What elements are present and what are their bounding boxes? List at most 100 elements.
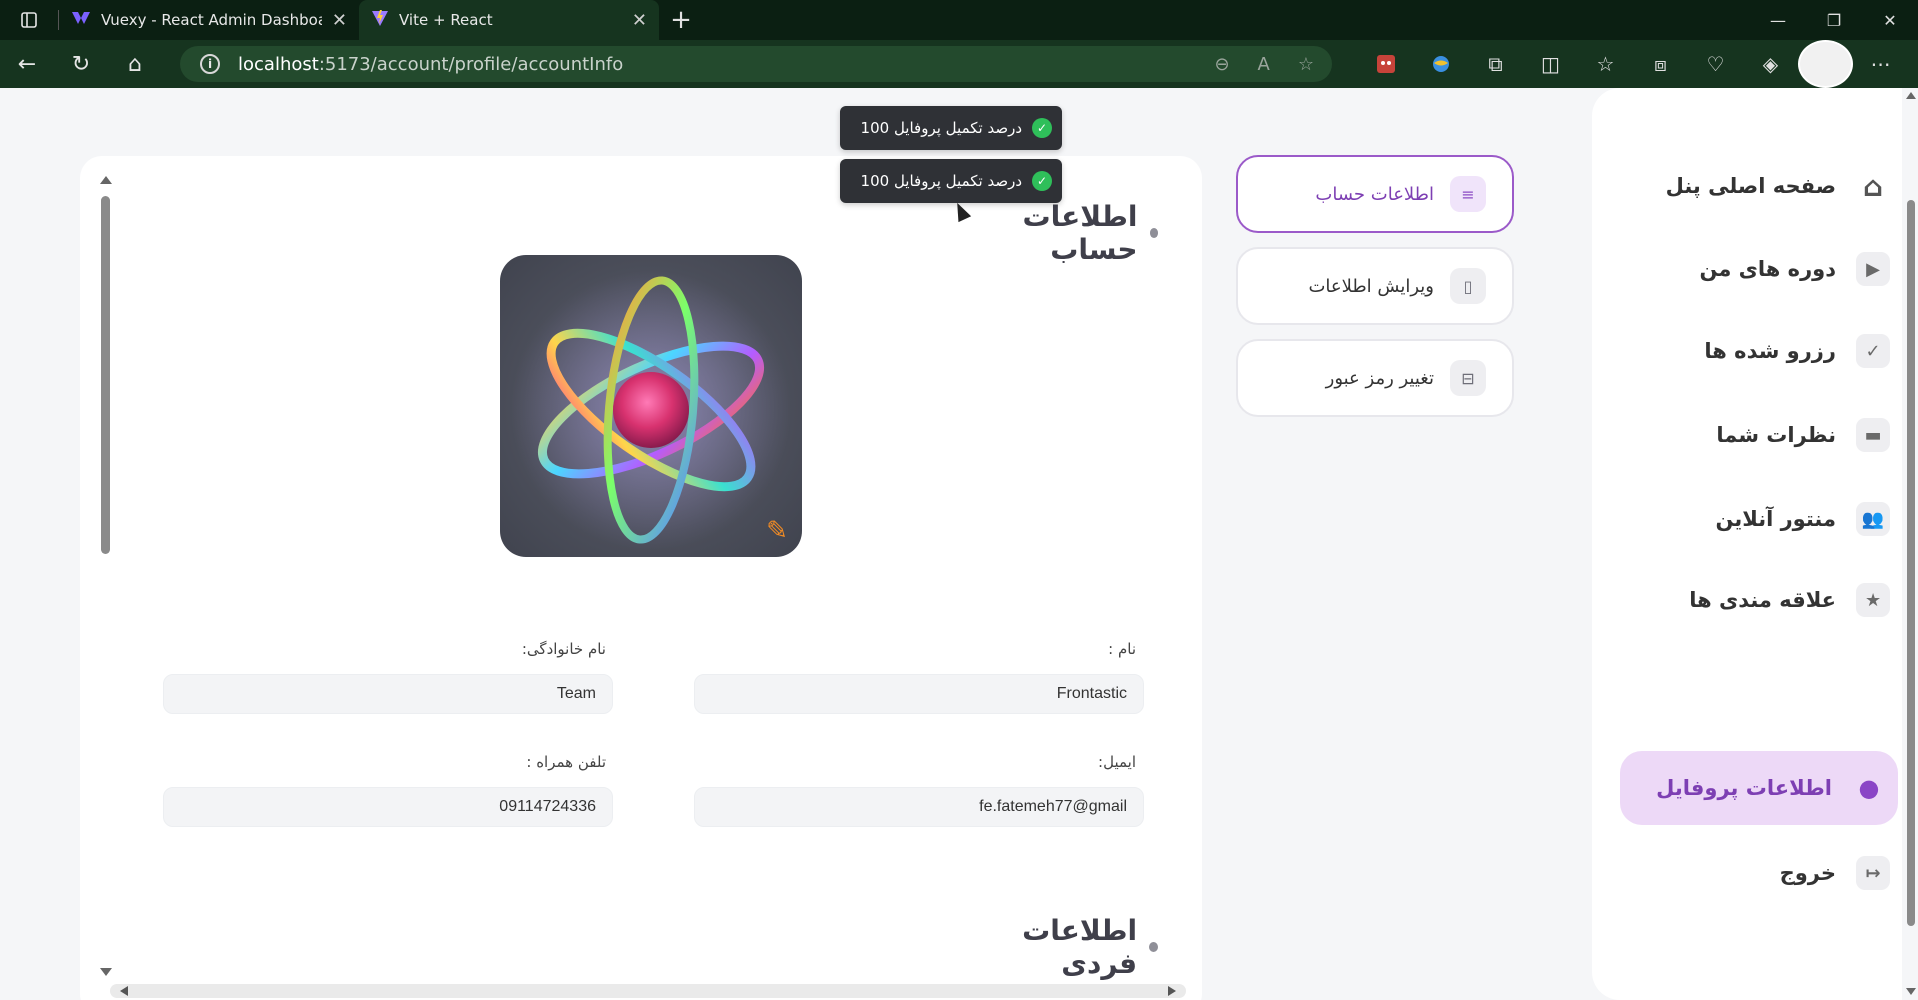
favorite-star-icon[interactable]: ☆ <box>1298 54 1314 75</box>
sidebar-item-profile-info[interactable]: ● اطلاعات پروفایل <box>1620 751 1898 825</box>
extensions-puzzle-icon[interactable]: ⧉ <box>1468 40 1523 88</box>
phone-icon: ▯ <box>1450 268 1486 304</box>
sidebar-item-label: منتور آنلاین <box>1715 507 1836 531</box>
profile-image[interactable] <box>500 255 802 557</box>
close-window-icon[interactable]: ✕ <box>1862 0 1918 40</box>
sidebar-item-favorites[interactable]: ★ علاقه مندی ها <box>1689 570 1890 630</box>
tab-title: Vuexy - React Admin Dashboard <box>101 11 322 29</box>
scroll-right-arrow[interactable] <box>1168 986 1176 996</box>
page-scroll-up-arrow[interactable] <box>1906 92 1916 99</box>
scroll-down-arrow[interactable] <box>100 968 112 976</box>
toast-text: درصد تکمیل پروفایل 100 <box>860 119 1022 137</box>
card-horizontal-scrollbar[interactable] <box>110 984 1186 998</box>
toast-notification[interactable]: درصد تکمیل پروفایل 100 ✓ <box>840 159 1062 203</box>
submenu-label: اطلاعات حساب <box>1315 183 1434 205</box>
star-icon: ★ <box>1856 583 1890 617</box>
comment-icon: ▬ <box>1856 418 1890 452</box>
browser-essentials-icon[interactable]: ♡ <box>1688 40 1743 88</box>
extension-red-icon[interactable] <box>1358 40 1413 88</box>
profile-avatar-icon[interactable] <box>1798 40 1853 88</box>
site-info-icon[interactable]: i <box>200 54 220 74</box>
sidebar-item-dashboard[interactable]: ⌂ صفحه اصلی پنل <box>1666 156 1890 216</box>
browser-nav-bar: ← ↻ ⌂ i localhost:5173/account/profile/a… <box>0 40 1918 88</box>
submenu-account-info[interactable]: ≡ اطلاعات حساب <box>1236 155 1514 233</box>
user-icon: ● <box>1858 774 1880 802</box>
email-label: ایمیل: <box>1098 753 1136 771</box>
sidebar-item-comments[interactable]: ▬ نظرات شما <box>1716 405 1890 465</box>
home-icon: ⌂ <box>1862 169 1884 203</box>
title-bullet <box>1149 942 1158 952</box>
check-circle-icon: ✓ <box>1032 118 1052 138</box>
url-path: :5173/account/profile/accountInfo <box>318 53 624 75</box>
bookmark-check-icon: ✓ <box>1856 334 1890 368</box>
page-scroll-down-arrow[interactable] <box>1906 988 1916 995</box>
sidebar-item-label: خروج <box>1779 861 1836 885</box>
back-icon[interactable]: ← <box>0 40 54 88</box>
video-icon: ▶ <box>1856 252 1890 286</box>
url-host: localhost <box>238 53 319 75</box>
zoom-icon[interactable]: ⊖ <box>1214 54 1229 75</box>
collections-icon[interactable]: ⧈ <box>1633 40 1688 88</box>
reload-icon[interactable]: ↻ <box>54 40 108 88</box>
vite-icon <box>371 9 389 31</box>
phone-field[interactable]: 09114724336 <box>163 787 613 827</box>
copilot-icon[interactable]: ◈ <box>1743 40 1798 88</box>
sidebar-item-label: صفحه اصلی پنل <box>1665 174 1836 198</box>
phone-label: تلفن همراه : <box>526 753 606 771</box>
close-tab-icon[interactable]: ✕ <box>632 10 647 31</box>
first-name-field[interactable]: Frontastic <box>694 674 1144 714</box>
browser-tab-bar: Vuexy - React Admin Dashboard ✕ Vite + R… <box>0 0 1918 40</box>
toast-notification[interactable]: درصد تکمیل پروفایل 100 ✓ <box>840 106 1062 150</box>
password-icon: ⊟ <box>1450 360 1486 396</box>
logout-icon: ↦ <box>1856 856 1890 890</box>
new-tab-icon[interactable]: + <box>659 0 703 40</box>
card-vertical-scrollbar[interactable] <box>98 88 114 976</box>
list-icon: ≡ <box>1450 176 1486 212</box>
sidebar-item-reserved[interactable]: ✓ رزرو شده ها <box>1704 321 1890 381</box>
email-field[interactable]: fe.fatemeh77@gmail <box>694 787 1144 827</box>
sidebar-item-label: دوره های من <box>1699 257 1836 281</box>
sidebar-item-online-mentor[interactable]: 👥 منتور آنلاین <box>1715 489 1890 549</box>
more-menu-icon[interactable]: ⋯ <box>1853 40 1908 88</box>
scroll-thumb[interactable] <box>101 196 110 554</box>
minimize-icon[interactable]: — <box>1750 0 1806 40</box>
page-vertical-scrollbar[interactable] <box>1904 88 1918 1000</box>
extensions-bar: ⧉ ◫ ☆ ⧈ ♡ ◈ ⋯ <box>1358 40 1908 88</box>
page-scroll-thumb[interactable] <box>1907 200 1915 926</box>
extension-globe-icon[interactable] <box>1413 40 1468 88</box>
restore-icon[interactable]: ❐ <box>1806 0 1862 40</box>
personal-info-title-text: اطلاعات فردی <box>1022 914 1138 980</box>
users-icon: 👥 <box>1856 502 1890 536</box>
vuexy-icon <box>71 10 91 30</box>
browser-tab-vuexy[interactable]: Vuexy - React Admin Dashboard ✕ <box>59 0 359 40</box>
last-name-field[interactable]: Team <box>163 674 613 714</box>
sidebar-item-my-courses[interactable]: ▶ دوره های من <box>1699 239 1890 299</box>
scroll-up-arrow[interactable] <box>100 176 112 184</box>
toast-text: درصد تکمیل پروفایل 100 <box>860 172 1022 190</box>
first-name-label: نام : <box>1108 640 1136 658</box>
address-bar[interactable]: i localhost:5173/account/profile/account… <box>180 46 1332 82</box>
favorites-icon[interactable]: ☆ <box>1578 40 1633 88</box>
tab-actions-icon[interactable] <box>0 0 58 40</box>
address-actions: ⊖ A ☆ <box>1214 46 1314 82</box>
home-browser-icon[interactable]: ⌂ <box>108 40 162 88</box>
submenu-label: ویرایش اطلاعات <box>1308 275 1434 297</box>
sidebar-item-label: علاقه مندی ها <box>1689 588 1836 612</box>
submenu-label: تغییر رمز عبور <box>1325 367 1434 389</box>
submenu-change-password[interactable]: ⊟ تغییر رمز عبور <box>1236 339 1514 417</box>
submenu-edit-info[interactable]: ▯ ویرایش اطلاعات <box>1236 247 1514 325</box>
close-tab-icon[interactable]: ✕ <box>332 10 347 31</box>
sidebar-item-logout[interactable]: ↦ خروج <box>1780 843 1890 903</box>
account-info-title: اطلاعات حساب <box>958 200 1158 266</box>
scroll-left-arrow[interactable] <box>120 986 128 996</box>
edit-photo-icon[interactable]: ✎ <box>762 516 792 546</box>
browser-avatar <box>1798 40 1853 88</box>
browser-tab-vite[interactable]: Vite + React ✕ <box>359 0 659 40</box>
window-controls: — ❐ ✕ <box>1750 0 1918 40</box>
page-content: اطلاعات حساب ✎ نام: Frontastic نام خانو… <box>0 88 1918 1000</box>
personal-info-title: اطلاعات فردی <box>958 914 1158 980</box>
sidebar-item-label: اطلاعات پروفایل <box>1656 776 1832 800</box>
split-screen-icon[interactable]: ◫ <box>1523 40 1578 88</box>
title-bullet <box>1149 228 1158 238</box>
read-aloud-icon[interactable]: A <box>1258 54 1270 75</box>
